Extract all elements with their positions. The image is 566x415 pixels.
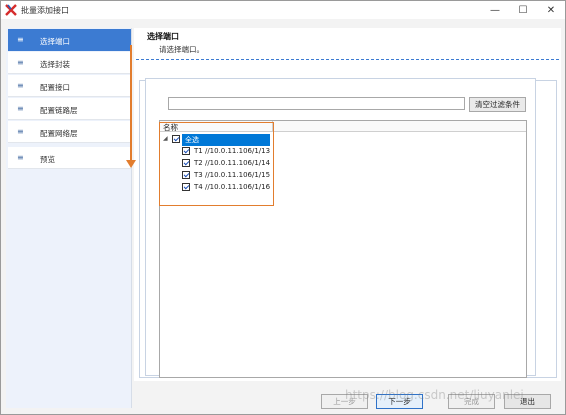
sidebar-item-configure-network-layer[interactable]: ≡ 配置网络层 [8,121,131,143]
sidebar-item-label: 选择端口 [40,37,70,46]
sidebar-item-label: 选择封装 [40,60,70,69]
step-subtitle: 请选择端口。 [159,45,204,54]
sidebar-item-configure-interface[interactable]: ≡ 配置接口 [8,75,131,97]
menu-icon: ≡ [17,35,24,44]
sidebar-item-configure-link-layer[interactable]: ≡ 配置链路层 [8,98,131,120]
highlight-box [159,122,274,206]
wizard-sidebar: ≡ 选择端口 ≡ 选择封装 ≡ 配置接口 ≡ 配置链路层 ≡ 配置网络层 ≡ 预… [6,28,132,408]
menu-icon: ≡ [17,104,24,113]
sidebar-item-label: 配置网络层 [40,129,78,138]
app-logo-icon [5,4,17,16]
sidebar-item-select-port[interactable]: ≡ 选择端口 [8,29,131,51]
annotation-arrow-line [130,45,132,162]
watermark-text: https://blog.csdn.net/liuyanlei [345,388,524,402]
menu-icon: ≡ [17,153,24,162]
window-title: 批量添加接口 [21,6,69,15]
title-bar[interactable]: 批量添加接口 — ☐ ✕ [1,1,565,19]
menu-icon: ≡ [17,81,24,90]
clear-filter-button[interactable]: 清空过滤条件 [469,97,526,112]
sidebar-item-label: 配置接口 [40,83,70,92]
step-title: 选择端口 [147,32,179,41]
sidebar-item-select-encapsulation[interactable]: ≡ 选择封装 [8,52,131,74]
minimize-button[interactable]: — [481,1,509,19]
sidebar-item-label: 预览 [40,155,55,164]
maximize-button[interactable]: ☐ [509,1,537,19]
close-button[interactable]: ✕ [537,1,565,19]
menu-icon: ≡ [17,58,24,67]
filter-input[interactable] [168,97,465,110]
sidebar-item-preview[interactable]: ≡ 预览 [8,147,131,169]
menu-icon: ≡ [17,127,24,136]
annotation-arrow-head [126,160,136,168]
header-divider [136,59,559,60]
sidebar-item-label: 配置链路层 [40,106,78,115]
